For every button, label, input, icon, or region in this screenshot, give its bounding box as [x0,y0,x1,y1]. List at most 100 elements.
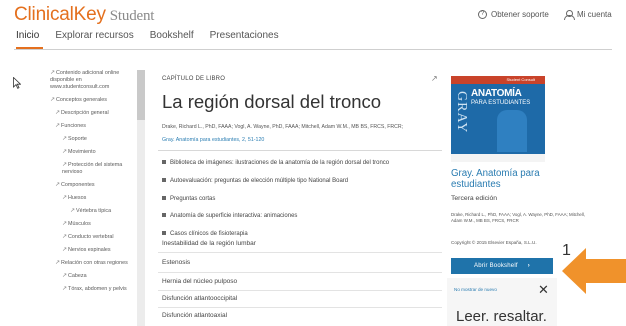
resource-label: Autoevaluación: preguntas de elección mú… [170,178,349,184]
toc-label: Descripción general [61,110,109,116]
toc-label: Tórax, abdomen y pelvis [68,286,127,292]
toc-label: Soporte [68,136,87,142]
callout-arrow-icon [562,248,626,294]
toc-item[interactable]: ↗Contenido adicional online disponible e… [50,70,134,91]
open-bookshelf-button[interactable]: Abrir Bookshelf › [451,258,553,274]
cover-series: GRAY [454,91,469,134]
toc-item[interactable]: ↗Huesos [50,195,134,202]
link-icon: ↗ [62,273,68,279]
divider [158,150,442,151]
toc-item[interactable]: ↗Nervios espinales [50,247,134,254]
chapter-authors: Drake, Richard L., PhD, FAAA; Vogl, A. W… [162,124,404,130]
toc-label: Músculos [68,221,91,227]
link-icon: ↗ [62,247,68,253]
toc-item[interactable]: ↗Cabeza [50,273,134,280]
book-authors: Drake, Richard L., PhD, FAAA; Vogl, A. W… [451,212,586,223]
resource-label: Preguntas cortas [170,196,216,202]
user-icon [564,10,575,20]
resource-item[interactable]: Preguntas cortas [162,196,215,202]
toc-item[interactable]: ↗Componentes [50,182,134,189]
section-link[interactable]: Disfunción atlantoaxial [162,312,227,319]
link-icon: ↗ [70,208,76,214]
resource-item[interactable]: Autoevaluación: preguntas de elección mú… [162,178,348,184]
link-icon: ↗ [62,136,68,142]
link-icon: ↗ [55,260,61,266]
help-icon: ? [478,10,487,19]
toc-item[interactable]: ↗Funciones [50,123,134,130]
resource-label: Casos clínicos de fisioterapia [170,231,248,237]
nav-item-bookshelf[interactable]: Bookshelf [150,30,194,48]
main-nav: Inicio Explorar recursos Bookshelf Prese… [0,30,295,48]
toc-item[interactable]: ↗Relación con otras regiones [50,260,134,267]
resource-item[interactable]: Casos clínicos de fisioterapia [162,231,248,237]
cover-subtitle: PARA ESTUDIANTES [471,100,531,106]
toc-item[interactable]: ↗Conducto vertebral [50,234,134,241]
account-link[interactable]: Mi cuenta [564,10,612,20]
nav-item-inicio[interactable]: Inicio [16,30,39,48]
open-bookshelf-label: Abrir Bookshelf [474,263,518,269]
link-icon: ↗ [62,162,68,168]
table-of-contents: ↗Contenido adicional online disponible e… [50,70,134,326]
toc-label: Funciones [61,123,86,129]
clinicalkey-logo[interactable]: ClinicalKey Student [14,4,154,26]
toc-label: Vértebra típica [76,208,112,214]
app-frame: ClinicalKey Student ? Obtener soporte Mi … [0,0,626,326]
link-icon: ↗ [62,286,68,292]
mouse-cursor-icon [13,77,21,89]
toc-item[interactable]: ↗Soporte [50,136,134,143]
link-icon: ↗ [50,97,56,103]
cover-figure [497,110,527,152]
section-link[interactable]: Inestabilidad de la región lumbar [162,240,256,247]
logo-suffix: Student [109,8,155,24]
link-icon: ↗ [50,70,56,76]
link-icon: ↗ [55,182,61,188]
toc-label: Huesos [68,195,87,201]
section-link[interactable]: Disfunción atlantooccipital [162,295,237,302]
toc-label: Movimiento [68,149,96,155]
toc-item[interactable]: ↗Protección del sistema nervioso [50,162,134,176]
toc-label: Protección del sistema nervioso [62,162,123,175]
nav-active-indicator [16,47,43,49]
close-icon[interactable]: ✕ [538,283,549,296]
book-copyright: Copyright © 2015 Elsevier España, S.L.U. [451,240,537,245]
toc-label: Conducto vertebral [68,234,114,240]
book-title-link[interactable]: Gray. Anatomía para estudiantes [451,168,591,190]
support-label: Obtener soporte [491,10,549,19]
account-label: Mi cuenta [577,10,612,19]
toc-label: Contenido adicional online disponible en… [50,70,120,90]
callout-number: 1 [562,242,571,259]
permalink-icon[interactable]: ↗ [431,74,438,83]
book-cover[interactable]: Student Consult GRAY ANATOMÍA PARA ESTUD… [451,76,545,162]
bullet-icon [162,213,166,218]
toc-item[interactable]: ↗Conceptos generales [50,97,134,104]
toc-item[interactable]: ↗Músculos [50,221,134,228]
chevron-right-icon: › [527,263,530,269]
nav-divider [14,49,612,50]
link-icon: ↗ [62,149,68,155]
book-edition: Tercera edición [451,195,498,202]
resource-item[interactable]: Biblioteca de imágenes: ilustraciones de… [162,160,389,166]
divider [158,290,442,291]
toc-label: Cabeza [68,273,87,279]
section-link[interactable]: Hernia del núcleo pulposo [162,278,237,285]
link-icon: ↗ [62,234,68,240]
nav-item-explorar[interactable]: Explorar recursos [55,30,133,48]
dont-show-again-link[interactable]: No mostrar de nuevo [454,287,497,292]
link-icon: ↗ [55,123,61,129]
link-icon: ↗ [55,110,61,116]
cover-footer [451,154,545,162]
resource-item[interactable]: Anatomía de superficie interactiva: anim… [162,213,297,219]
divider [158,272,442,273]
toc-item[interactable]: ↗Descripción general [50,110,134,117]
nav-item-presentaciones[interactable]: Presentaciones [210,30,279,48]
divider [158,252,442,253]
section-link[interactable]: Estenosis [162,259,190,266]
chapter-source-link[interactable]: Gray. Anatomía para estudiantes, 2, 51-1… [162,137,264,143]
toc-item[interactable]: ↗Vértebra típica [50,208,134,215]
link-icon: ↗ [62,221,68,227]
toc-item[interactable]: ↗Movimiento [50,149,134,156]
promo-text: Leer. resaltar. [456,308,547,325]
toc-item[interactable]: ↗Tórax, abdomen y pelvis [50,286,134,293]
support-link[interactable]: ? Obtener soporte [478,10,549,19]
toc-scrollbar-thumb[interactable] [137,70,145,120]
